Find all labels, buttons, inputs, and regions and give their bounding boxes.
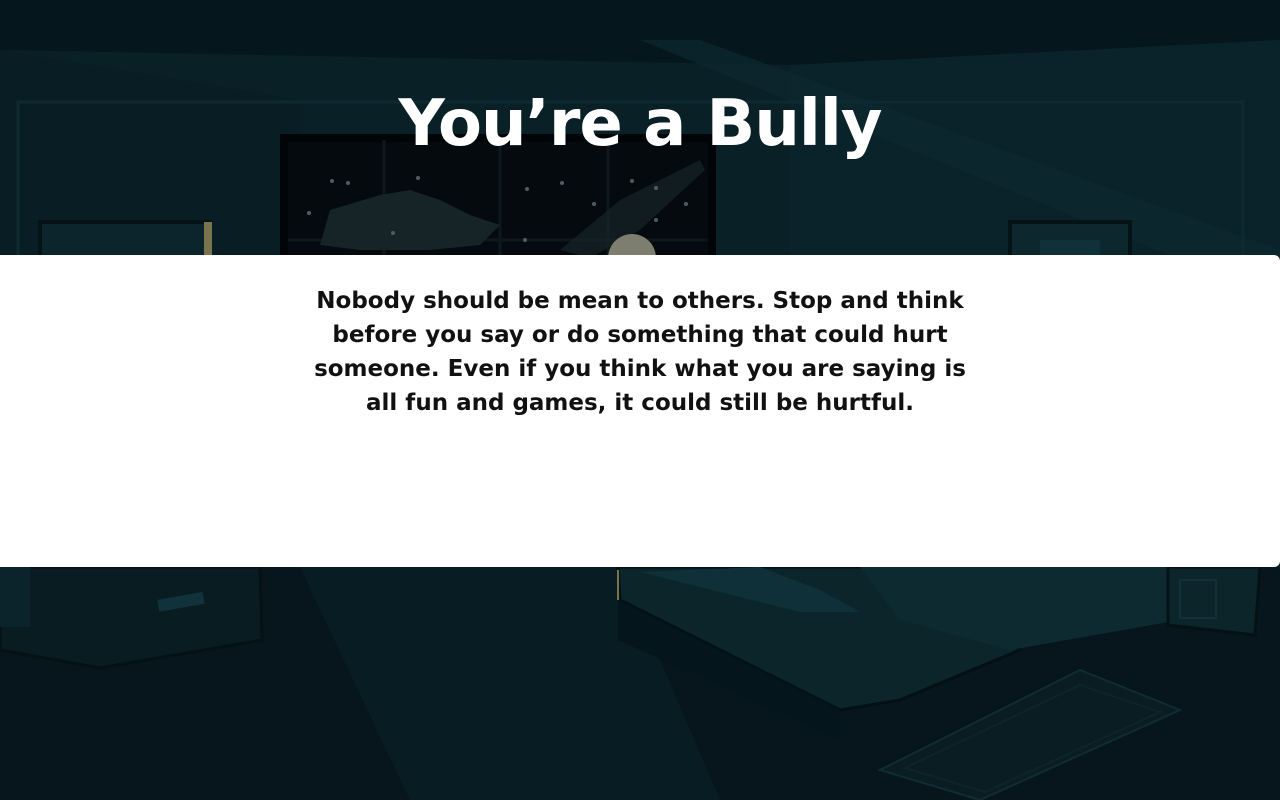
result-message: Nobody should be mean to others. Stop an… [314,288,966,416]
result-title: You’re a Bully [398,87,883,161]
game-screen: You’re a Bully Nobody should be mean to … [0,0,1280,800]
